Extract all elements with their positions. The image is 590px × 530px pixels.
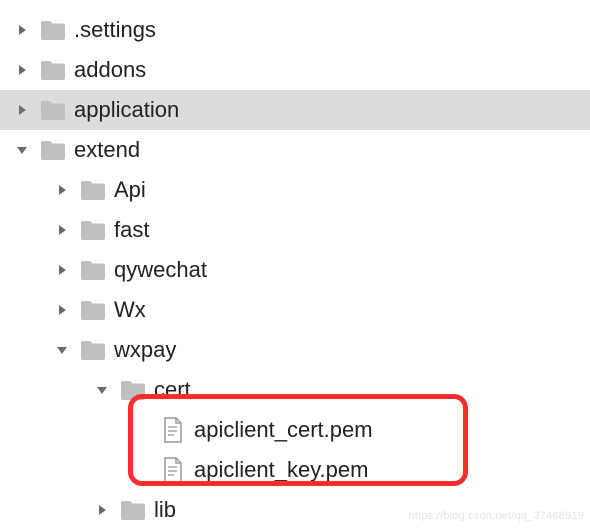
file-icon bbox=[160, 457, 186, 483]
folder-icon bbox=[120, 377, 146, 403]
tree-item-label: apiclient_cert.pem bbox=[194, 417, 373, 443]
tree-item-label: fast bbox=[114, 217, 149, 243]
tree-item-label: extend bbox=[74, 137, 140, 163]
folder-icon bbox=[80, 337, 106, 363]
folder-icon bbox=[120, 497, 146, 523]
tree-row[interactable]: cert bbox=[0, 370, 590, 410]
tree-row[interactable]: extend bbox=[0, 130, 590, 170]
tree-row[interactable]: addons bbox=[0, 50, 590, 90]
tree-row[interactable]: application bbox=[0, 90, 590, 130]
tree-row[interactable]: Wx bbox=[0, 290, 590, 330]
chevron-down-icon[interactable] bbox=[12, 140, 32, 160]
tree-row[interactable]: .settings bbox=[0, 10, 590, 50]
tree-row[interactable]: fast bbox=[0, 210, 590, 250]
chevron-right-icon[interactable] bbox=[52, 180, 72, 200]
watermark: https://blog.csdn.net/qq_37468919 bbox=[409, 510, 584, 522]
chevron-right-icon[interactable] bbox=[92, 500, 112, 520]
tree-item-label: application bbox=[74, 97, 179, 123]
folder-icon bbox=[40, 57, 66, 83]
chevron-right-icon[interactable] bbox=[12, 100, 32, 120]
chevron-down-icon[interactable] bbox=[92, 380, 112, 400]
chevron-right-icon[interactable] bbox=[52, 300, 72, 320]
tree-row[interactable]: Api bbox=[0, 170, 590, 210]
tree-item-label: addons bbox=[74, 57, 146, 83]
folder-icon bbox=[40, 97, 66, 123]
tree-item-label: Wx bbox=[114, 297, 146, 323]
folder-icon bbox=[80, 297, 106, 323]
tree-row[interactable]: wxpay bbox=[0, 330, 590, 370]
folder-icon bbox=[80, 177, 106, 203]
folder-icon bbox=[40, 137, 66, 163]
chevron-right-icon[interactable] bbox=[12, 20, 32, 40]
tree-item-label: lib bbox=[154, 497, 176, 523]
file-icon bbox=[160, 417, 186, 443]
tree-item-label: Api bbox=[114, 177, 146, 203]
chevron-down-icon[interactable] bbox=[52, 340, 72, 360]
tree-row[interactable]: apiclient_key.pem bbox=[0, 450, 590, 490]
chevron-right-icon[interactable] bbox=[52, 220, 72, 240]
tree-item-label: apiclient_key.pem bbox=[194, 457, 368, 483]
folder-icon bbox=[40, 17, 66, 43]
file-tree: .settings addons application extend Api fast q… bbox=[0, 0, 590, 530]
tree-item-label: qywechat bbox=[114, 257, 207, 283]
tree-item-label: .settings bbox=[74, 17, 156, 43]
tree-item-label: wxpay bbox=[114, 337, 176, 363]
chevron-right-icon[interactable] bbox=[52, 260, 72, 280]
folder-icon bbox=[80, 217, 106, 243]
tree-row[interactable]: apiclient_cert.pem bbox=[0, 410, 590, 450]
folder-icon bbox=[80, 257, 106, 283]
chevron-right-icon[interactable] bbox=[12, 60, 32, 80]
tree-row[interactable]: qywechat bbox=[0, 250, 590, 290]
tree-item-label: cert bbox=[154, 377, 191, 403]
